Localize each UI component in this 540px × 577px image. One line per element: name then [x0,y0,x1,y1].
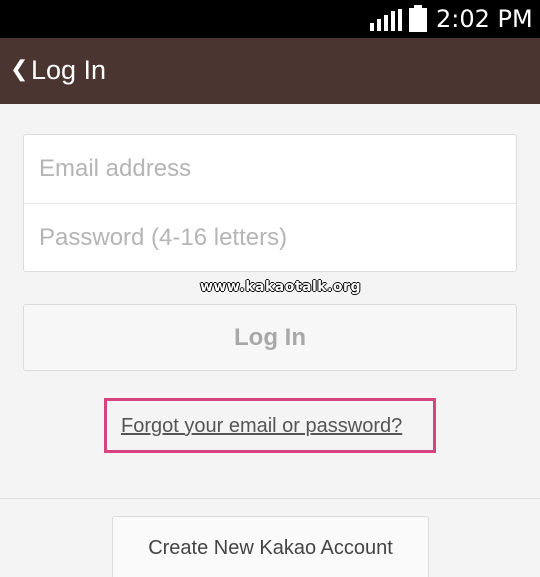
create-account-button[interactable]: Create New Kakao Account [112,516,429,577]
back-chevron-icon[interactable]: ❮ [10,58,28,82]
login-form [23,134,517,272]
status-bar: 2:02 PM [0,0,540,38]
battery-icon [409,5,427,32]
page-title: Log In [31,55,107,85]
password-field[interactable] [24,204,516,272]
email-field[interactable] [24,135,516,203]
app-header: ❮ Log In [0,38,540,104]
section-divider [0,498,540,499]
forgot-password-link[interactable]: Forgot your email or password? [121,412,402,440]
watermark-text: www.kakaotalk.org [200,279,361,295]
signal-strength-icon [370,9,402,31]
status-time: 2:02 PM [436,5,533,33]
login-button[interactable]: Log In [23,304,517,371]
